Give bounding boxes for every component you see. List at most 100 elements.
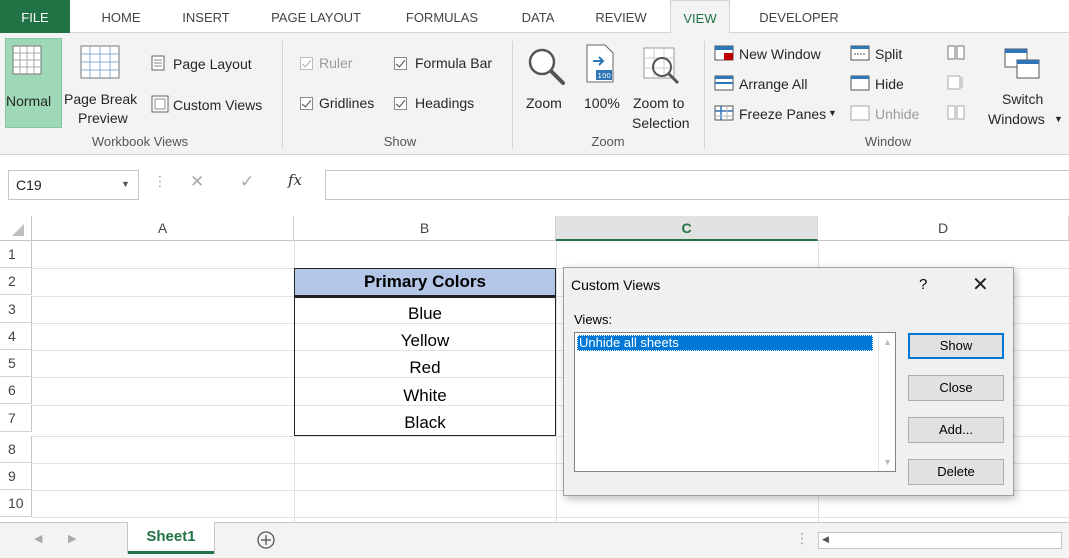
row-header[interactable]: 10 — [0, 490, 32, 517]
new-window-label: New Window — [739, 46, 821, 62]
magnifier-icon — [528, 48, 565, 85]
custom-views-label: Custom Views — [173, 97, 263, 113]
help-icon[interactable]: ? — [919, 276, 927, 293]
scroll-left-icon[interactable]: ◀ — [822, 534, 829, 545]
scroll-up-icon[interactable]: ▲ — [883, 337, 892, 347]
headings-checkbox[interactable] — [394, 97, 407, 110]
zoom-100-button[interactable]: 100 100% — [580, 38, 625, 128]
close-icon[interactable]: ✕ — [972, 272, 989, 297]
zoom-to-selection-icon — [643, 47, 680, 85]
tab-data[interactable]: DATA — [508, 0, 568, 33]
freeze-panes-label: Freeze Panes — [739, 106, 827, 122]
table-header-cell[interactable]: Primary Colors — [294, 268, 556, 296]
add-sheet-icon[interactable] — [256, 530, 276, 550]
scroll-right-icon[interactable]: ▶ — [68, 532, 76, 545]
custom-views-button[interactable]: Custom Views — [148, 92, 273, 116]
view-side-by-side-icon[interactable] — [947, 45, 965, 61]
row-header[interactable]: 3 — [0, 296, 32, 323]
scroll-down-icon[interactable]: ▼ — [883, 457, 892, 467]
tab-file[interactable]: FILE — [0, 0, 70, 33]
page-layout-button[interactable]: Page Layout — [148, 51, 263, 75]
freeze-panes-icon — [714, 105, 734, 121]
page-break-label: Page Break — [64, 91, 138, 107]
synchronous-scrolling-icon[interactable] — [947, 75, 965, 91]
views-listbox[interactable]: Unhide all sheets ▲ ▼ — [574, 332, 896, 472]
headings-label: Headings — [415, 95, 475, 111]
table-cell[interactable]: Yellow — [294, 327, 556, 354]
switch-windows-button[interactable]: Switch Windows ▼ — [984, 38, 1064, 133]
ruler-label: Ruler — [319, 55, 353, 71]
tab-formulas[interactable]: FORMULAS — [386, 0, 498, 33]
sheet-tab-bar: ◀ ▶ Sheet1 ⋮ ◀ — [0, 522, 1069, 558]
table-cell[interactable]: Red — [294, 354, 556, 381]
arrange-all-label: Arrange All — [739, 76, 808, 92]
show-group-label: Show — [383, 134, 417, 149]
hide-button[interactable]: Hide — [848, 73, 918, 95]
ruler-checkbox[interactable] — [300, 57, 313, 70]
row-header[interactable]: 6 — [0, 377, 32, 404]
hide-label: Hide — [875, 76, 904, 92]
gridlines-checkbox[interactable] — [300, 97, 313, 110]
add-button[interactable]: Add... — [908, 417, 1004, 443]
switch-windows-label: Switch — [1002, 91, 1044, 107]
formula-bar: C19 ▼ ⋮ ✕ ✓ fx — [0, 156, 1069, 216]
sheet-tab-sheet1[interactable]: Sheet1 — [128, 522, 214, 554]
row-header[interactable]: 7 — [0, 405, 32, 432]
row-header[interactable]: 4 — [0, 323, 32, 350]
show-button[interactable]: Show — [908, 333, 1004, 359]
tab-view[interactable]: VIEW — [670, 0, 730, 34]
scroll-left-icon[interactable]: ◀ — [34, 532, 42, 545]
insert-function-icon[interactable]: fx — [288, 171, 302, 189]
ribbon-tab-bar: FILE HOME INSERT PAGE LAYOUT FORMULAS DA… — [0, 0, 1069, 34]
more-dots-icon: ⋮ — [153, 173, 167, 189]
unhide-label: Unhide — [875, 106, 920, 122]
table-cell[interactable]: Black — [294, 409, 556, 436]
normal-label: Normal — [6, 93, 52, 109]
cancel-x-icon[interactable]: ✕ — [190, 172, 204, 192]
custom-views-dialog: Custom Views ? ✕ Views: Unhide all sheet… — [563, 267, 1014, 496]
freeze-panes-button[interactable]: Freeze Panes ▼ — [712, 103, 842, 125]
column-header-a[interactable]: A — [32, 216, 294, 241]
reset-window-position-icon[interactable] — [947, 105, 965, 121]
split-button[interactable]: Split — [848, 43, 918, 65]
unhide-button[interactable]: Unhide — [848, 103, 928, 125]
row-header[interactable]: 9 — [0, 463, 32, 490]
arrange-all-icon — [714, 75, 734, 91]
row-header[interactable]: 2 — [0, 268, 32, 295]
tab-page-layout[interactable]: PAGE LAYOUT — [258, 0, 374, 33]
arrange-all-button[interactable]: Arrange All — [712, 73, 834, 95]
table-cell[interactable]: Blue — [294, 300, 556, 327]
new-window-button[interactable]: New Window — [712, 43, 834, 65]
chevron-down-icon: ▼ — [1054, 114, 1063, 124]
tab-review[interactable]: REVIEW — [580, 0, 662, 33]
table-cell[interactable]: White — [294, 382, 556, 409]
row-header[interactable]: 8 — [0, 436, 32, 463]
name-box-value: C19 — [16, 177, 42, 193]
delete-button[interactable]: Delete — [908, 459, 1004, 485]
tab-home[interactable]: HOME — [86, 0, 156, 33]
row-header[interactable]: 1 — [0, 241, 32, 268]
enter-check-icon[interactable]: ✓ — [240, 172, 254, 192]
horizontal-scrollbar[interactable]: ◀ — [818, 532, 1062, 549]
column-header-b[interactable]: B — [294, 216, 556, 241]
split-icon — [850, 45, 870, 61]
column-header-c[interactable]: C — [556, 216, 818, 241]
workbook-views-group-label: Workbook Views — [91, 134, 189, 149]
list-item[interactable]: Unhide all sheets — [577, 335, 873, 351]
listbox-scrollbar[interactable]: ▲ ▼ — [878, 333, 895, 471]
name-box[interactable]: C19 ▼ — [8, 170, 139, 200]
row-header[interactable]: 5 — [0, 350, 32, 377]
zoom-to-selection-button[interactable]: Zoom to Selection — [628, 38, 698, 133]
zoom-label: Zoom — [526, 95, 562, 111]
custom-views-icon — [151, 95, 169, 113]
formula-bar-checkbox[interactable] — [394, 57, 407, 70]
select-all-corner[interactable] — [0, 216, 32, 241]
chevron-down-icon[interactable]: ▼ — [121, 179, 130, 189]
column-header-d[interactable]: D — [818, 216, 1069, 241]
tab-developer[interactable]: DEVELOPER — [744, 0, 854, 33]
formula-input[interactable] — [325, 170, 1069, 200]
tab-insert[interactable]: INSERT — [166, 0, 246, 33]
split-label: Split — [875, 46, 903, 62]
zoom-button[interactable]: Zoom — [520, 38, 575, 128]
close-button[interactable]: Close — [908, 375, 1004, 401]
